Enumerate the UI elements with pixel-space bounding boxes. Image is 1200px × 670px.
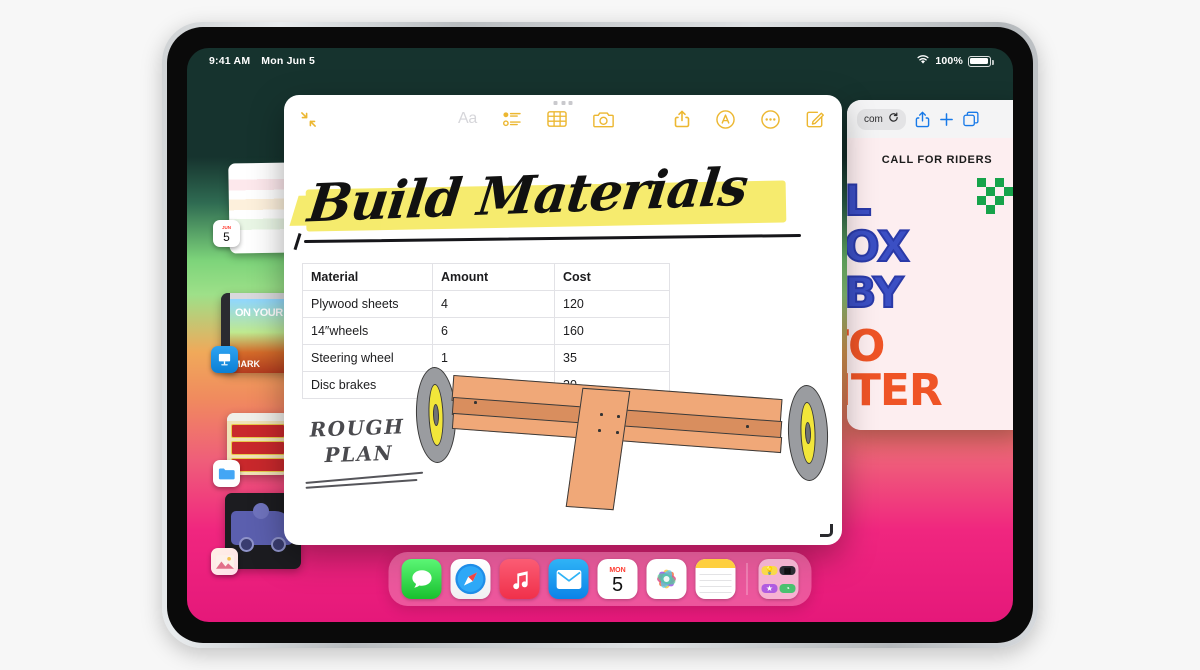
dock-app-calendar[interactable]: MON 5	[597, 559, 638, 599]
share-icon[interactable]	[915, 111, 930, 128]
share-icon[interactable]	[674, 110, 690, 128]
library-tile-2: ▦	[779, 565, 796, 575]
dock: MON 5 💡 ▦ ★ ◔	[388, 552, 812, 606]
more-ellipsis-icon[interactable]	[761, 109, 780, 129]
soapbox-car-chassis-sketch	[412, 351, 832, 531]
dock-app-messages[interactable]	[401, 559, 442, 599]
checklist-icon[interactable]	[503, 111, 521, 127]
battery-percent: 100%	[935, 55, 963, 67]
dock-app-photos[interactable]	[646, 559, 687, 599]
dock-app-notes[interactable]	[695, 559, 736, 599]
battery-icon	[968, 55, 994, 67]
window-grabber-dots[interactable]	[553, 101, 573, 105]
collapse-arrows-icon[interactable]	[300, 111, 317, 128]
column-header-amount: Amount	[432, 263, 555, 291]
note-body: Build Materials Material Amount Cost Ply…	[284, 143, 842, 545]
cell-cost[interactable]: 160	[554, 317, 670, 345]
wifi-icon	[916, 54, 930, 68]
column-header-cost: Cost	[554, 263, 670, 291]
sketch-caption-line-2: PLAN	[324, 440, 394, 468]
resize-handle[interactable]	[820, 524, 833, 537]
status-bar: 9:41 AM Mon Jun 5 100%	[187, 48, 1013, 74]
dock-app-safari[interactable]	[450, 559, 491, 599]
markup-pencil-icon[interactable]	[716, 109, 735, 129]
sketch-caption-line-1: ROUGH	[309, 414, 405, 442]
table-icon[interactable]	[547, 111, 567, 127]
tabs-icon[interactable]	[963, 111, 979, 127]
cell-amount[interactable]: 6	[432, 317, 555, 345]
poster-headline-3: RBY	[847, 268, 904, 317]
column-header-material: Material	[302, 263, 433, 291]
ipad-bezel: 9:41 AM Mon Jun 5 100% JUN 5 ON YOUR MAR…	[167, 27, 1033, 643]
compose-icon[interactable]	[806, 110, 824, 128]
library-tile-1: 💡	[761, 565, 778, 575]
safari-toolbar: com	[847, 100, 1013, 138]
sketch-caption: ROUGH PLAN	[305, 413, 424, 489]
table-header-row: Material Amount Cost	[302, 263, 670, 291]
poster-cta-2: NTER	[847, 365, 943, 416]
table-row[interactable]: 14″wheels 6 160	[302, 317, 670, 345]
note-title-block: Build Materials	[284, 151, 842, 257]
plus-icon[interactable]	[939, 112, 954, 127]
poster-eyebrow: CALL FOR RIDERS	[881, 154, 993, 166]
safari-page-content: CALL FOR RIDERS AL BOX RBY TO NTER	[847, 138, 1013, 430]
title-underline-stroke	[304, 233, 801, 244]
status-date: Mon Jun 5	[261, 55, 315, 67]
ipad-screen: 9:41 AM Mon Jun 5 100% JUN 5 ON YOUR MAR…	[187, 48, 1013, 622]
reload-icon[interactable]	[888, 112, 899, 126]
dock-app-music[interactable]	[499, 559, 540, 599]
dock-app-library[interactable]: 💡 ▦ ★ ◔	[758, 559, 799, 599]
notes-window[interactable]: Aa Build Materials Material Amount Cost …	[284, 95, 842, 545]
library-tile-3: ★	[761, 583, 778, 593]
screenshot-root: 9:41 AM Mon Jun 5 100% JUN 5 ON YOUR MAR…	[0, 0, 1200, 670]
sketch-wheel-left	[414, 366, 458, 464]
cell-material[interactable]: 14″wheels	[302, 317, 433, 345]
address-bar[interactable]: com	[857, 108, 906, 130]
camera-icon[interactable]	[593, 111, 614, 128]
sketch-wheel-right	[786, 384, 830, 482]
url-text: com	[864, 113, 883, 125]
files-folder-icon[interactable]	[213, 460, 240, 487]
ipad-device: 9:41 AM Mon Jun 5 100% JUN 5 ON YOUR MAR…	[162, 22, 1038, 648]
poster-cta-1: TO	[847, 321, 885, 372]
photos-icon[interactable]	[211, 548, 238, 575]
dock-separator	[746, 563, 748, 595]
poster-headline-1: AL	[847, 176, 872, 225]
status-time: 9:41 AM	[209, 55, 251, 67]
cell-material[interactable]: Plywood sheets	[302, 290, 433, 318]
library-tile-4: ◔	[779, 583, 796, 593]
cell-cost[interactable]: 120	[554, 290, 670, 318]
safari-window[interactable]: com CALL FOR RIDERS L OX BY O TER	[847, 100, 1013, 430]
dock-app-mail[interactable]	[548, 559, 589, 599]
checkered-flag-icon	[977, 178, 1013, 214]
cell-amount[interactable]: 4	[432, 290, 555, 318]
table-row[interactable]: Plywood sheets 4 120	[302, 290, 670, 318]
poster-headline-2: BOX	[847, 222, 911, 271]
keynote-icon[interactable]	[211, 346, 238, 373]
text-format-icon[interactable]: Aa	[458, 110, 477, 128]
calendar-icon[interactable]: JUN 5	[213, 220, 240, 247]
